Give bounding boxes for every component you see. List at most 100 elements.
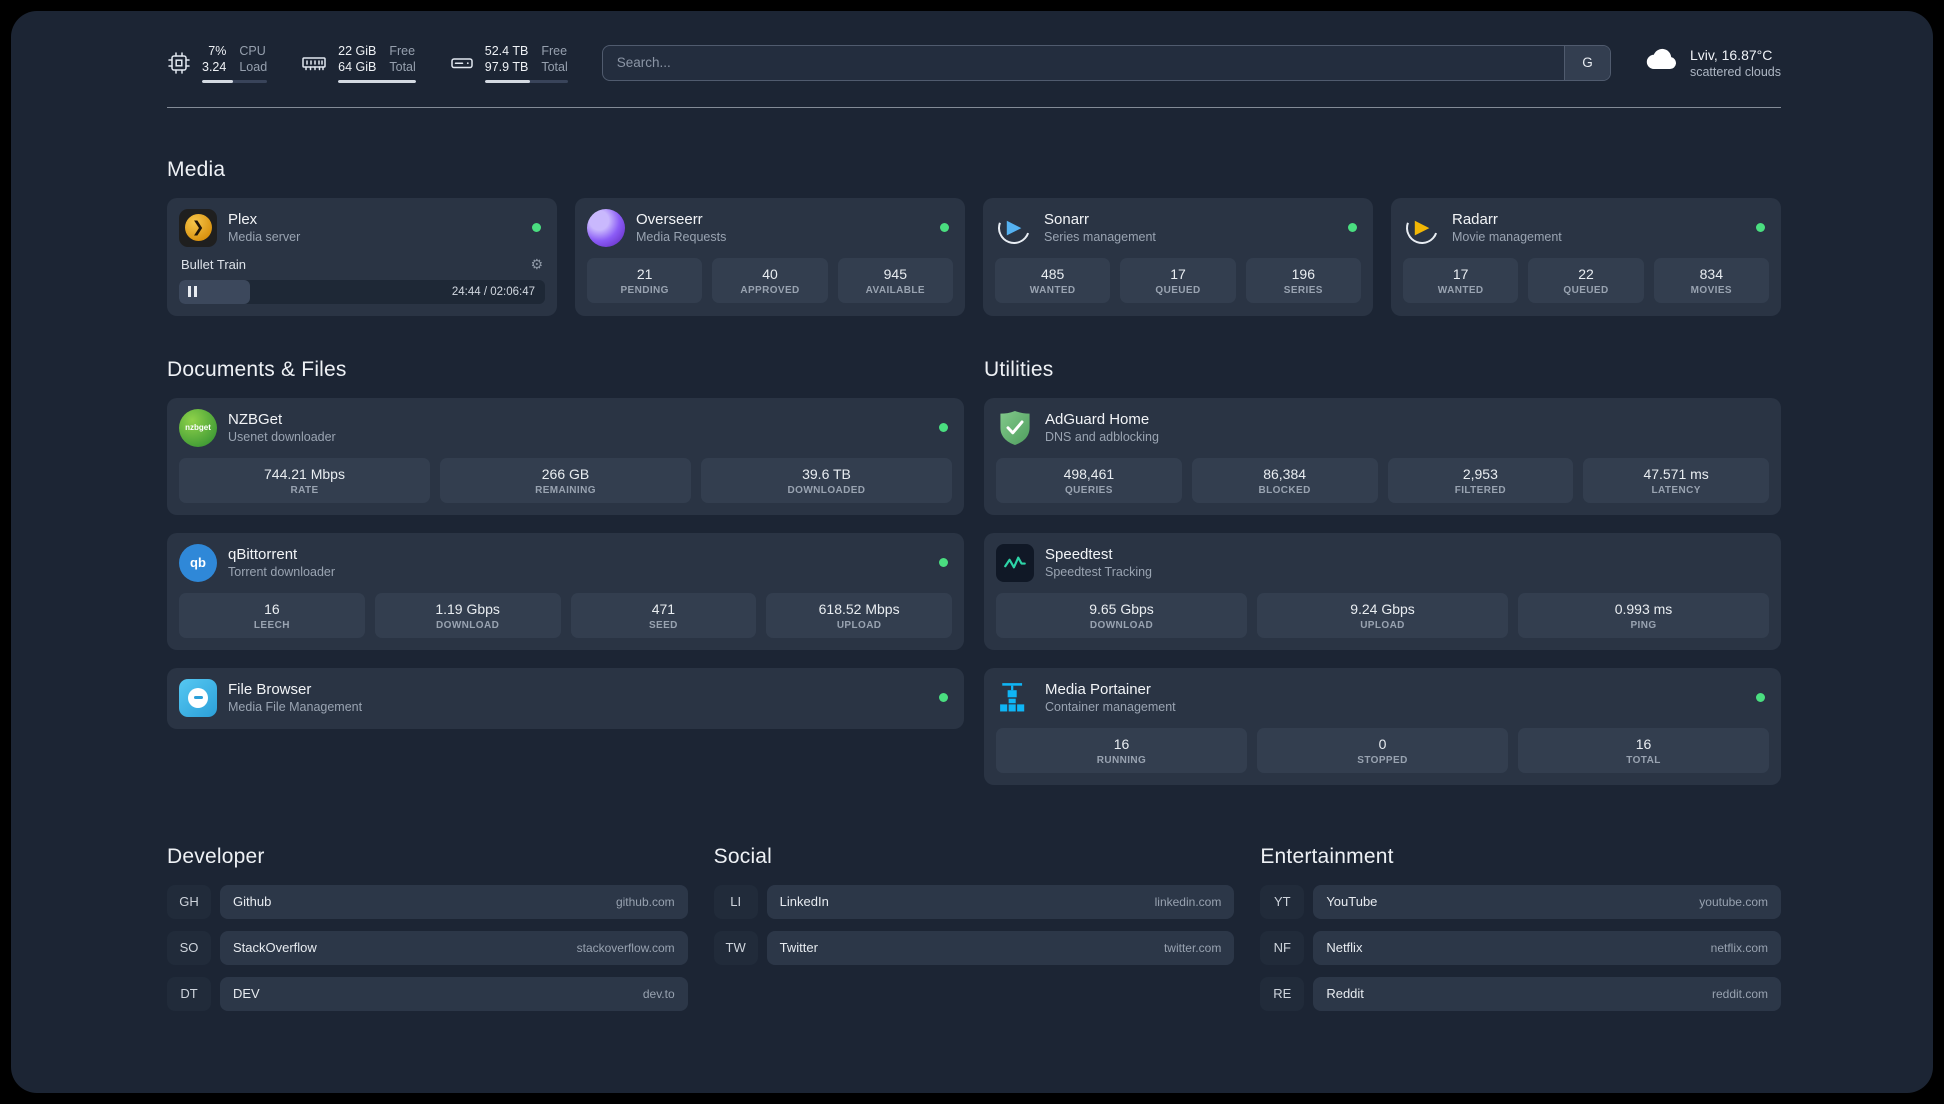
section-title-utilities: Utilities [984,357,1054,381]
status-dot [939,423,948,432]
stat-series: 196 SERIES [1245,257,1361,303]
bookmark-name: Netflix [1326,940,1363,955]
topbar-divider [167,106,1781,108]
service-card-speedtest[interactable]: Speedtest Speedtest Tracking 9.65 Gbps DO… [984,532,1781,650]
service-card-radarr[interactable]: ▶ Radarr Movie management 17 WANTED 22 Q… [1391,197,1781,316]
bookmark-name: DEV [233,986,260,1001]
service-title: Media Portainer [1045,681,1151,698]
stat-wanted: 485 WANTED [995,257,1111,303]
memory-widget: 22 GiB Free 64 GiB Total [301,43,416,83]
service-card-qbittorrent[interactable]: qb qBittorrent Torrent downloader 16 LEEC… [167,532,964,650]
bookmarks-entertainment: Entertainment YT YouTube youtube.com NF … [1260,845,1781,1011]
adguard-icon [996,409,1034,447]
bookmark-name: YouTube [1326,894,1378,909]
service-card-sonarr[interactable]: ▶ Sonarr Series management 485 WANTED 17… [983,197,1373,316]
status-dot [939,558,948,567]
service-subtitle: Movie management [1452,230,1562,244]
memory-free: 22 GiB [338,44,377,58]
stat-stopped: 0 STOPPED [1257,727,1508,773]
stat-approved: 40 APPROVED [712,257,828,303]
cpu-usage: 7% [208,44,227,58]
weather-widget: Lviv, 16.87°C scattered clouds [1645,47,1781,79]
stat-download: 1.19 Gbps DOWNLOAD [374,592,561,638]
stat-downloaded: 39.6 TB DOWNLOADED [701,457,952,503]
service-subtitle: Speedtest Tracking [1045,565,1153,579]
sonarr-icon: ▶ [992,206,1036,249]
pause-icon[interactable] [188,286,197,297]
section-title-documents: Documents & Files [167,357,347,381]
service-card-overseerr[interactable]: Overseerr Media Requests 21 PENDING 40 APP… [575,197,965,316]
bookmark-linkedin[interactable]: LI LinkedIn linkedin.com [713,884,1235,919]
weather-condition: scattered clouds [1689,64,1781,79]
bookmark-reddit[interactable]: RE Reddit reddit.com [1260,976,1781,1011]
weather-location: Lviv, 16.87°C [1689,46,1773,63]
bookmark-url: dev.to [642,986,675,1001]
section-utilities: Utilities AdGuard Home DNS and adblockin… [984,358,1781,785]
search-bar: G [601,44,1611,81]
stat-rate: 744.21 Mbps RATE [179,457,430,503]
service-card-adguard[interactable]: AdGuard Home DNS and adblocking 498,461 Q… [984,397,1781,515]
status-dot [940,223,949,232]
disk-bar [484,79,568,83]
status-dot [1348,223,1357,232]
stat-upload: 618.52 Mbps UPLOAD [766,592,952,638]
bookmark-abbr: NF [1260,930,1305,965]
service-card-portainer[interactable]: Media Portainer Container management 16 R… [984,667,1781,785]
bookmark-youtube[interactable]: YT YouTube youtube.com [1260,884,1781,919]
cpu-load: 3.24 [202,60,227,75]
bookmark-dev[interactable]: DT DEV dev.to [167,976,688,1011]
bookmark-netflix[interactable]: NF Netflix netflix.com [1260,930,1781,965]
bookmark-twitter[interactable]: TW Twitter twitter.com [713,930,1235,965]
window-frame: 7% CPU 3.24 Load 22 GiB Free 64 GiB Tota… [0,0,1944,1104]
service-title: Sonarr [1044,211,1090,228]
stat-queries: 498,461 QUERIES [996,457,1182,503]
service-title: Radarr [1452,211,1498,228]
cpu-usage-label: CPU [239,44,266,58]
overseerr-icon [587,208,625,247]
disk-free-label: Free [541,44,568,58]
service-subtitle: Series management [1044,230,1156,244]
cloud-icon [1645,47,1679,78]
track-title: Bullet Train [181,256,247,272]
section-media: Media ❯ Plex Media server Bullet Train ⚙… [167,158,1781,316]
service-title: qBittorrent [228,546,298,563]
section-title-social: Social [713,844,773,868]
bookmark-abbr: TW [713,930,758,965]
plex-now-playing: Bullet Train ⚙ 24:44 / 02:06:47 [179,256,545,304]
radarr-icon: ▶ [1400,206,1444,249]
portainer-icon [996,679,1034,717]
service-title: Overseerr [636,211,703,228]
memory-total: 64 GiB [338,60,377,75]
bookmark-url: reddit.com [1711,986,1768,1001]
bookmark-abbr: RE [1260,976,1305,1011]
service-card-filebrowser[interactable]: File Browser Media File Management [167,667,964,729]
playback-progress-bar[interactable]: 24:44 / 02:06:47 [179,279,545,304]
service-title: Plex [228,211,258,228]
search-provider-button[interactable]: G [1563,45,1610,80]
bookmark-abbr: SO [167,930,211,965]
stat-seed: 471 SEED [570,592,757,638]
bookmark-abbr: DT [167,976,211,1011]
stat-remaining: 266 GB REMAINING [440,457,691,503]
stat-filtered: 2,953 FILTERED [1387,457,1574,503]
bookmark-name: LinkedIn [779,894,829,909]
memory-bar [338,79,416,83]
gear-icon[interactable]: ⚙ [530,256,543,273]
bookmark-abbr: LI [713,884,758,919]
service-card-plex[interactable]: ❯ Plex Media server Bullet Train ⚙ 24:44… [167,197,557,316]
bookmark-stackoverflow[interactable]: SO StackOverflow stackoverflow.com [167,930,688,965]
section-documents: Documents & Files nzbget NZBGet Usenet d… [167,358,964,785]
bookmark-url: netflix.com [1710,940,1768,955]
service-title: Speedtest [1045,546,1113,563]
service-card-nzbget[interactable]: nzbget NZBGet Usenet downloader 744.21 M… [167,397,964,515]
stat-running: 16 RUNNING [996,727,1247,773]
status-dot [532,223,541,232]
search-input[interactable] [601,44,1611,81]
service-title: AdGuard Home [1045,411,1150,428]
nzbget-icon: nzbget [179,408,217,447]
bookmark-url: linkedin.com [1154,894,1222,909]
bookmark-github[interactable]: GH Github github.com [167,884,688,919]
memory-icon [301,51,327,75]
service-subtitle: Media server [228,230,301,244]
stat-queued: 17 QUEUED [1120,257,1236,303]
